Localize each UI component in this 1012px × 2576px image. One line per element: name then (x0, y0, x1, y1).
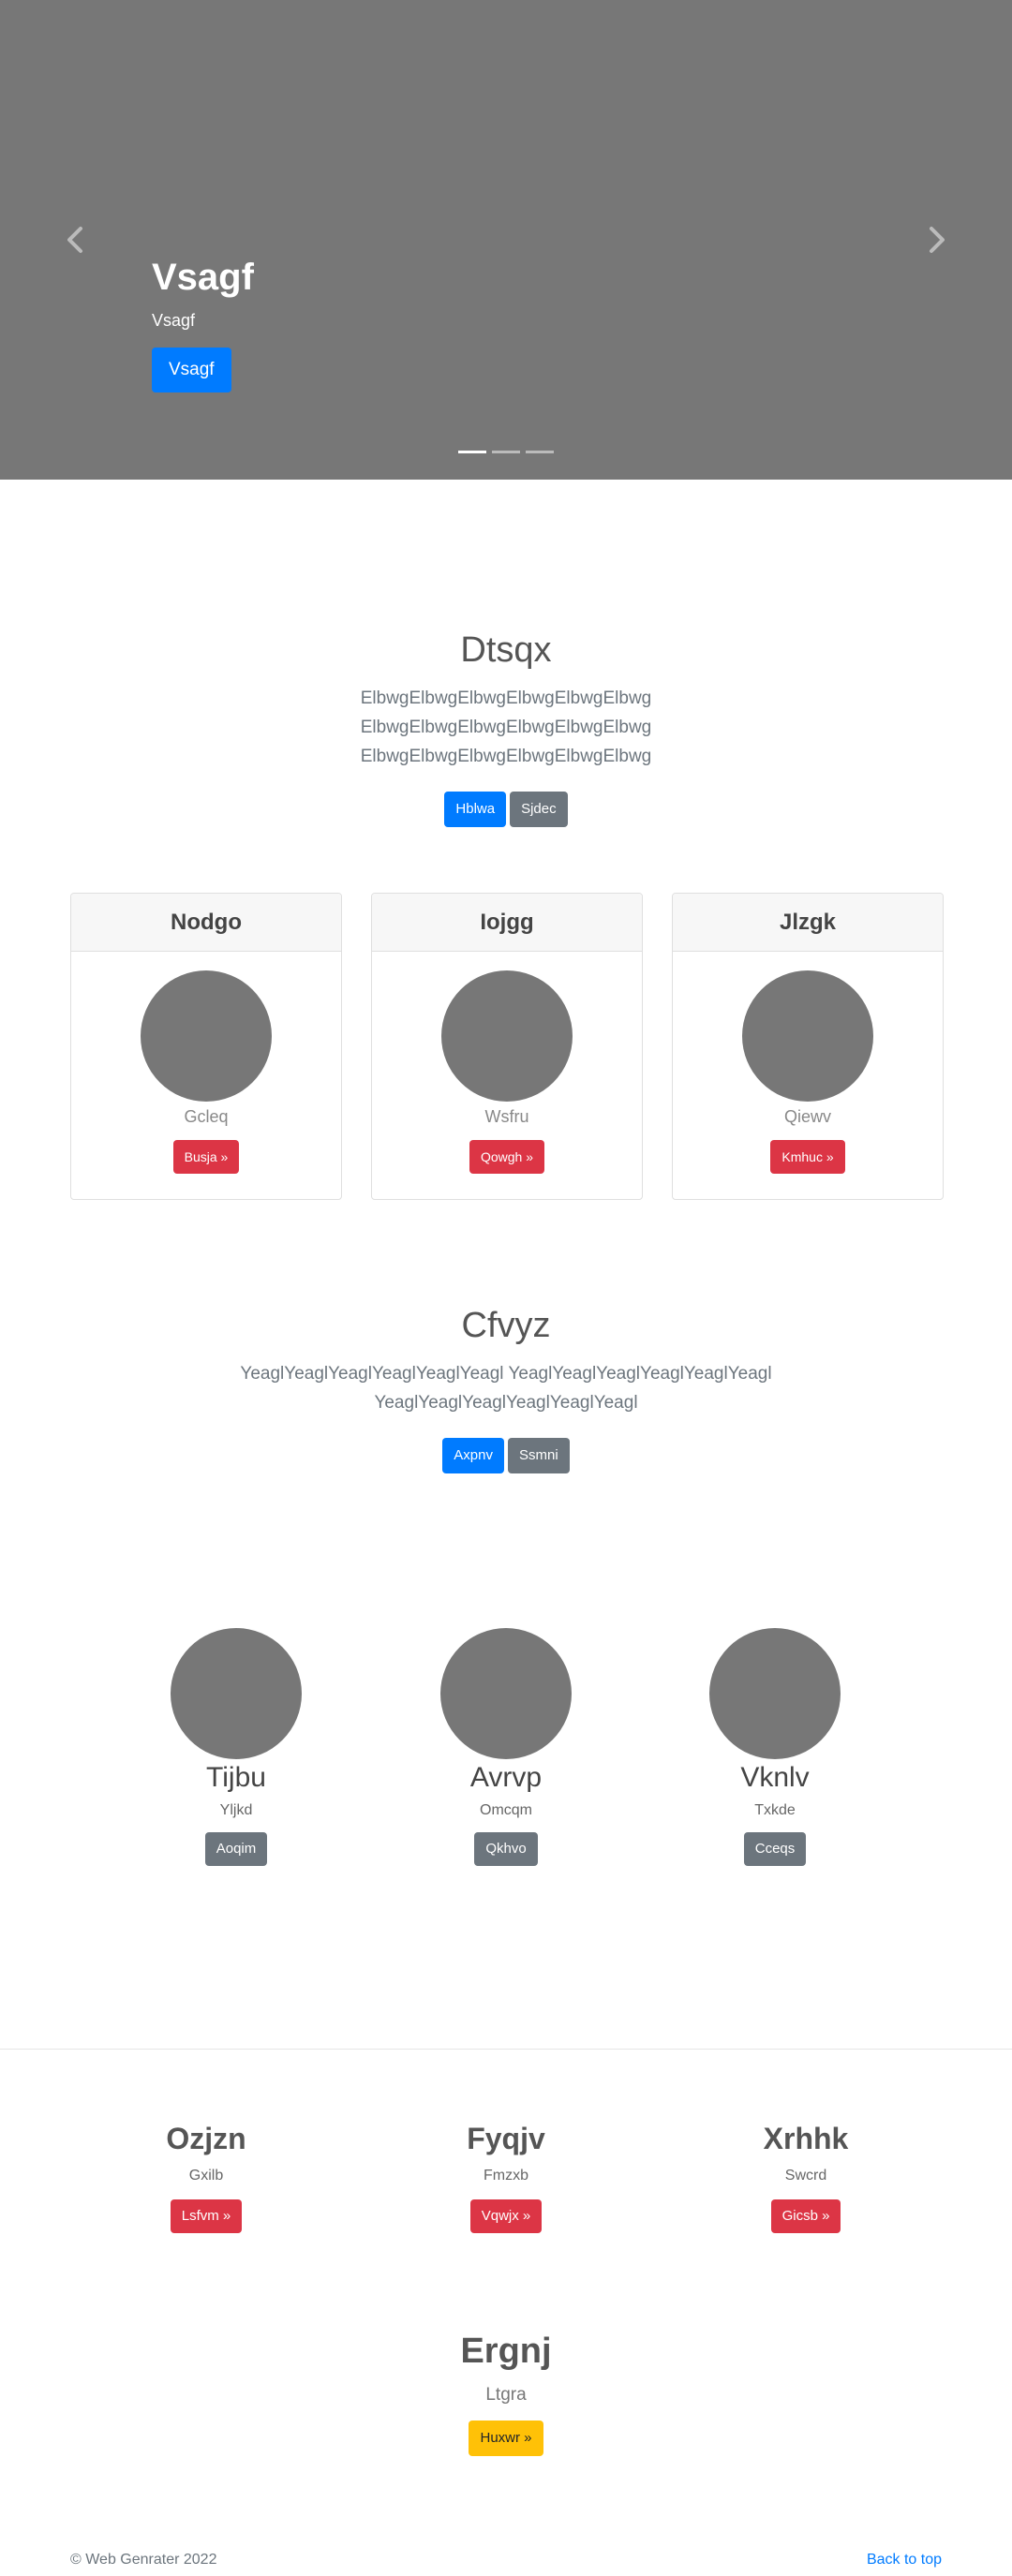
marketing-image-placeholder (440, 1628, 572, 1759)
single-feature-title: Ergnj (460, 2332, 552, 2371)
card: Iojgg Wsfru Qowgh » (371, 893, 643, 1200)
marketing-image-placeholder (171, 1628, 302, 1759)
feature-text: Fmzxb (484, 2168, 528, 2184)
intro-secondary-button[interactable]: Sjdec (510, 791, 568, 827)
card-image-placeholder (742, 970, 873, 1102)
second-buttons: Axpnv Ssmni (0, 1437, 1012, 1473)
feature-title: Ozjzn (166, 2122, 246, 2155)
card-button[interactable]: Qowgh » (469, 1140, 545, 1174)
intro-primary-button[interactable]: Hblwa (444, 791, 507, 827)
carousel-indicators (0, 451, 1012, 453)
card-image-placeholder (141, 970, 272, 1102)
carousel-cta-button[interactable]: Vsagf (152, 348, 231, 392)
intro-title: Dtsqx (460, 630, 552, 670)
footer-copyright: © Web Genrater 2022 (70, 2552, 217, 2568)
feature-column: Fyqjv Fmzxb Vqwjx » (384, 2121, 628, 2234)
card-text: Qiewv (783, 1107, 831, 1126)
marketing-column: Tijbu Yljkd Aoqim (124, 1628, 349, 1866)
marketing-button[interactable]: Qkhvo (474, 1832, 538, 1866)
feature-column: Ozjzn Gxilb Lsfvm » (84, 2121, 328, 2234)
carousel-indicator-2[interactable] (492, 451, 520, 453)
feature-button[interactable]: Vqwjx » (469, 2199, 543, 2234)
carousel-next-control[interactable] (926, 225, 948, 255)
carousel-subtitle: Vsagf (152, 311, 196, 330)
marketing-title: Avrvp (469, 1762, 543, 1793)
card-image-placeholder (441, 970, 573, 1102)
card-text: Wsfru (484, 1107, 529, 1126)
card: Jlzgk Qiewv Kmhuc » (672, 893, 944, 1200)
feature-column: Xrhhk Swcrd Gicsb » (684, 2121, 928, 2234)
back-to-top-link[interactable]: Back to top (867, 2552, 942, 2569)
marketing-title: Vknlv (740, 1762, 810, 1793)
feature-text: Swcrd (784, 2168, 827, 2184)
single-feature-button[interactable]: Huxwr » (469, 2420, 543, 2456)
feature-button[interactable]: Lsfvm » (170, 2199, 243, 2234)
marketing-text: Txkde (754, 1802, 796, 1818)
marketing-column: Avrvp Omcqm Qkhvo (394, 1628, 618, 1866)
single-feature: Ergnj Ltgra Huxwr » (0, 2331, 1012, 2456)
marketing-text: Omcqm (480, 1802, 532, 1818)
carousel-indicator-1[interactable] (458, 451, 486, 453)
page-footer: © Web Genrater 2022 Back to top (70, 2552, 942, 2569)
second-section: Cfvyz YeaglYeaglYeaglYeaglYeaglYeagl Yea… (0, 1305, 1012, 1473)
card-button[interactable]: Busja » (172, 1140, 240, 1174)
card-text: Gcleq (184, 1107, 229, 1126)
carousel-title: Vsagf (152, 257, 254, 298)
carousel-caption: Vsagf Vsagf Vsagf (152, 255, 254, 392)
hero-carousel: Vsagf Vsagf Vsagf (0, 0, 1012, 480)
intro-section: Dtsqx ElbwgElbwgElbwgElbwgElbwgElbwg Elb… (0, 629, 1012, 827)
carousel-prev-control[interactable] (64, 225, 86, 255)
marketing-text: Yljkd (219, 1802, 253, 1818)
second-primary-button[interactable]: Axpnv (442, 1437, 504, 1473)
marketing-image-placeholder (709, 1628, 841, 1759)
chevron-left-icon (67, 227, 82, 253)
card-button[interactable]: Kmhuc » (770, 1140, 845, 1174)
feature-title: Fyqjv (467, 2122, 545, 2155)
card-header: Nodgo (71, 894, 341, 952)
section-divider (0, 2049, 1012, 2050)
intro-lead: ElbwgElbwgElbwgElbwgElbwgElbwg ElbwgElbw… (360, 688, 652, 766)
carousel-indicator-3[interactable] (526, 451, 554, 453)
card-header: Jlzgk (673, 894, 943, 952)
second-lead: YeaglYeaglYeaglYeaglYeaglYeagl YeaglYeag… (240, 1363, 772, 1413)
marketing-column: Vknlv Txkde Cceqs (662, 1628, 887, 1866)
second-secondary-button[interactable]: Ssmni (508, 1437, 570, 1473)
feature-button[interactable]: Gicsb » (770, 2199, 841, 2234)
marketing-button[interactable]: Aoqim (204, 1832, 268, 1866)
single-feature-text: Ltgra (485, 2384, 527, 2405)
feature-text: Gxilb (188, 2168, 224, 2184)
feature-title: Xrhhk (763, 2122, 849, 2155)
marketing-title: Tijbu (206, 1762, 266, 1793)
second-title: Cfvyz (461, 1306, 551, 1345)
marketing-button[interactable]: Cceqs (743, 1832, 807, 1866)
intro-buttons: Hblwa Sjdec (0, 791, 1012, 827)
chevron-right-icon (930, 227, 945, 253)
card: Nodgo Gcleq Busja » (70, 893, 342, 1200)
card-header: Iojgg (372, 894, 642, 952)
card-deck: Nodgo Gcleq Busja » Iojgg Wsfru Qowgh » … (70, 893, 944, 1200)
